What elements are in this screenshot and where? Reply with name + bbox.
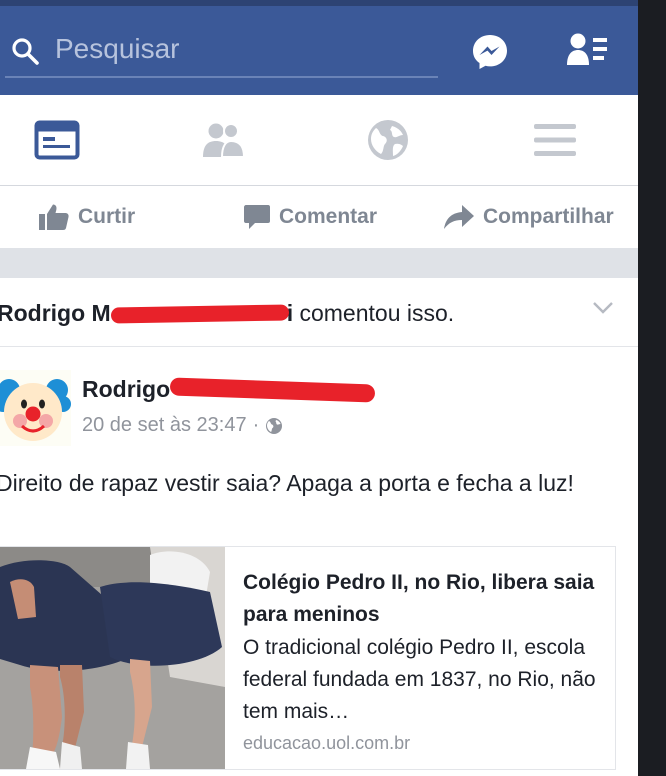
story-context: Rodrigo Mi comentou isso. [0, 300, 454, 327]
share-button[interactable]: Compartilhar [443, 186, 614, 248]
search-input[interactable]: Pesquisar [55, 33, 180, 65]
like-button[interactable]: Curtir [38, 186, 135, 248]
comment-icon [244, 205, 270, 229]
friend-requests-icon[interactable] [566, 32, 610, 68]
avatar[interactable] [0, 370, 71, 446]
link-thumbnail [0, 547, 225, 769]
top-bar: Pesquisar [0, 0, 638, 95]
globe-icon [368, 120, 408, 160]
thumbs-up-icon [39, 204, 69, 230]
tab-menu[interactable] [500, 95, 610, 185]
post-body: Direito de rapaz vestir saia? Apaga a po… [0, 470, 574, 496]
friends-icon [203, 123, 246, 158]
tab-bar [0, 95, 638, 186]
facebook-app: Pesquisar Curtir Comentar Compartilhar R… [0, 0, 638, 776]
status-edge [0, 0, 638, 6]
comment-label: Comentar [279, 205, 378, 228]
post-meta: 20 de set às 23:47 · [82, 414, 283, 437]
like-label: Curtir [78, 205, 136, 228]
tab-news-feed[interactable] [2, 95, 112, 185]
link-preview[interactable]: Colégio Pedro II, no Rio, libera saia pa… [0, 546, 616, 770]
story-action: comentou isso. [299, 300, 455, 326]
feed-story: Rodrigo Mi comentou isso. Rodrigo 20 de … [0, 278, 638, 776]
post-author-row: Rodrigo [82, 376, 376, 406]
news-feed-icon [34, 120, 80, 160]
chevron-down-icon[interactable] [592, 300, 614, 316]
menu-icon [534, 124, 576, 156]
redaction-mark [169, 376, 376, 403]
story-actor[interactable]: Rodrigo M [0, 300, 111, 326]
story-header: Rodrigo Mi comentou isso. [0, 278, 638, 347]
search-icon[interactable] [10, 36, 40, 66]
feed-separator [0, 248, 638, 278]
post-timestamp[interactable]: 20 de set às 23:47 [82, 414, 247, 437]
globe-icon [266, 417, 283, 434]
meta-separator: · [252, 414, 260, 436]
redaction-mark [110, 300, 289, 326]
share-label: Compartilhar [483, 205, 614, 228]
share-icon [444, 205, 474, 229]
link-domain: educacao.uol.com.br [243, 733, 411, 753]
screen-edge [638, 0, 666, 776]
comment-button[interactable]: Comentar [243, 186, 377, 248]
post-actions: Curtir Comentar Compartilhar [0, 186, 638, 248]
tab-notifications[interactable] [333, 95, 443, 185]
link-description: O tradicional colégio Pedro II, escola f… [243, 636, 596, 723]
tab-friends[interactable] [168, 95, 278, 185]
messenger-icon[interactable] [470, 32, 510, 72]
post-author[interactable]: Rodrigo [82, 376, 170, 402]
search-underline [5, 76, 438, 78]
link-title[interactable]: Colégio Pedro II, no Rio, libera saia pa… [243, 567, 603, 631]
